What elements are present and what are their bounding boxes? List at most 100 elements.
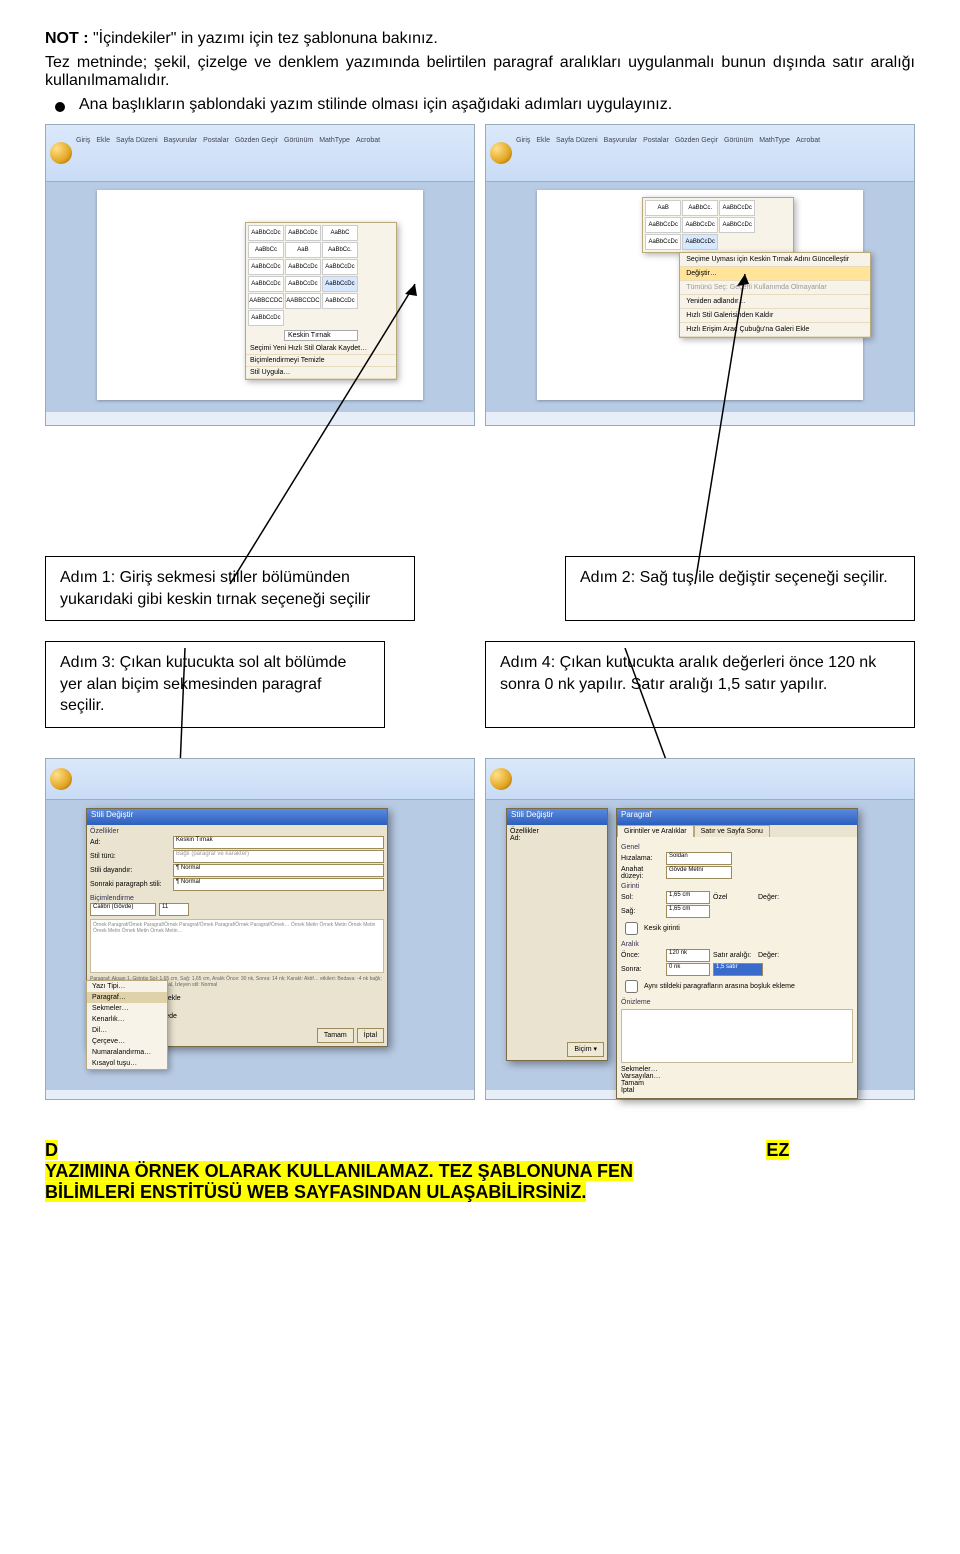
- dlg-sec-ozellik: Özellikler: [90, 828, 384, 835]
- btn-varsay[interactable]: Varsayılan…: [621, 1073, 853, 1080]
- style-chip[interactable]: AaBbCcDc: [645, 234, 681, 250]
- lab-ayni: Aynı stildeki paragrafların arasına boşl…: [644, 983, 795, 990]
- cb-kesik[interactable]: [625, 922, 638, 935]
- bicim-menu[interactable]: Yazı Tipi… Paragraf… Sekmeler… Kenarlık……: [86, 980, 168, 1070]
- ctx-rename[interactable]: Yeniden adlandır…: [680, 295, 870, 309]
- pdlg-preview: [621, 1009, 853, 1063]
- lab-tur: Stil türü:: [90, 853, 170, 860]
- stil-degistir-dialog-2[interactable]: Stili Değiştir Özellikler Ad: Biçim ▾: [506, 808, 608, 1061]
- tab-mathtype: MathType: [759, 137, 790, 144]
- btn-tamam[interactable]: Tamam: [621, 1080, 853, 1087]
- ribbon-2: Giriş Ekle Sayfa Düzeni Başvurular Posta…: [486, 125, 914, 182]
- style-chip[interactable]: AaBbCcDc: [248, 225, 284, 241]
- sel-satir-aralik[interactable]: 1,5 satır: [713, 963, 763, 976]
- style-tooltip: Keskin Tırnak: [284, 330, 358, 341]
- fmt-kenarlik[interactable]: Kenarlık…: [87, 1014, 167, 1025]
- note-line: NOT : "İçindekiler" in yazımı için tez ş…: [45, 30, 915, 48]
- tamam-button[interactable]: Tamam: [317, 1028, 354, 1043]
- sel-anahat[interactable]: Gövde Metni: [666, 866, 732, 879]
- fmt-sekmeler[interactable]: Sekmeler…: [87, 1003, 167, 1014]
- sel-font[interactable]: Calibri (Gövde): [90, 903, 156, 916]
- inp-tur[interactable]: Bağlı (paragraf ve karakter): [173, 850, 384, 863]
- style-apply[interactable]: Stil Uygula…: [246, 367, 396, 379]
- style-chip[interactable]: AaBbCcDc: [248, 310, 284, 326]
- callout-step4: Adım 4: Çıkan kutucukta aralık değerleri…: [485, 641, 915, 728]
- btn-sekmeler[interactable]: Sekmeler…: [621, 1066, 853, 1073]
- inp-sol[interactable]: 1,65 cm: [666, 891, 710, 904]
- ctx-update[interactable]: Seçime Uyması için Keskin Tırnak Adını G…: [680, 253, 870, 267]
- inp-ad[interactable]: Keskin Tırnak: [173, 836, 384, 849]
- ctx-selectall[interactable]: Tümünü Seç: Geçerli Kullanımda Olmayanla…: [680, 281, 870, 295]
- sel-size[interactable]: 11: [159, 903, 189, 916]
- callout-step1: Adım 1: Giriş sekmesi stiller bölümünden…: [45, 556, 415, 621]
- inp-sonra[interactable]: 0 nk: [666, 963, 710, 976]
- style-chip[interactable]: AaBbCcDc: [248, 276, 284, 292]
- tab-basvuru: Başvurular: [164, 137, 197, 144]
- dlg-preview: Örnek Paragraf/Örnek Paragraf/Örnek Para…: [90, 919, 384, 973]
- dlg-title: Stili Değiştir: [87, 809, 387, 825]
- bottom-screenshots: Yeni Microsoft Office Word Belgesi - Mic…: [45, 758, 915, 1100]
- style-chip[interactable]: AABBCCDC: [248, 293, 284, 309]
- style-clear-fmt[interactable]: Biçimlendirmeyi Temizle: [246, 355, 396, 367]
- tab-gozden: Gözden Geçir: [235, 137, 278, 144]
- ctx-addqat[interactable]: Hızlı Erişim Araç Çubuğu'na Galeri Ekle: [680, 323, 870, 337]
- tab-posta: Postalar: [643, 137, 669, 144]
- pdlg-tab2[interactable]: Satır ve Sayfa Sonu: [694, 825, 770, 837]
- inp-sag[interactable]: 1,65 cm: [666, 905, 710, 918]
- inp-sonraki[interactable]: ¶ Normal: [173, 878, 384, 891]
- style-chip[interactable]: AaBbCcDc: [719, 217, 755, 233]
- ctx-remove[interactable]: Hızlı Stil Galerisinden Kaldır: [680, 309, 870, 323]
- style-chip[interactable]: AaBbCcDc: [322, 259, 358, 275]
- ribbon-4: [486, 759, 914, 800]
- style-chip[interactable]: AaBbC: [322, 225, 358, 241]
- fmt-yazitipi[interactable]: Yazı Tipi…: [87, 981, 167, 992]
- style-chip-keskin[interactable]: AaBbCcDc: [322, 276, 358, 292]
- cb-ayni[interactable]: [625, 980, 638, 993]
- sec-aralik: Aralık: [621, 941, 853, 948]
- btn-iptal[interactable]: İptal: [621, 1087, 853, 1094]
- tab-giris: Giriş: [76, 137, 90, 144]
- fmt-paragraf[interactable]: Paragraf…: [87, 992, 167, 1003]
- style-chip[interactable]: AaBbCcDc: [285, 225, 321, 241]
- tab-gorunum: Görünüm: [284, 137, 313, 144]
- context-menu[interactable]: Seçime Uyması için Keskin Tırnak Adını G…: [679, 252, 871, 338]
- style-chip[interactable]: AaBbCc.: [682, 200, 718, 216]
- pdlg-tab1[interactable]: Girintiler ve Aralıklar: [617, 825, 694, 837]
- bicim-button-2[interactable]: Biçim ▾: [567, 1042, 604, 1057]
- tab-ekle: Ekle: [96, 137, 110, 144]
- lab-satir: Satır aralığı:: [713, 952, 755, 959]
- style-chip[interactable]: AaBbCcDc: [645, 217, 681, 233]
- style-chip[interactable]: AaB: [285, 242, 321, 258]
- note-text: "İçindekiler" in yazımı için tez şablonu…: [89, 30, 438, 47]
- ctx-degistir[interactable]: Değiştir…: [680, 267, 870, 281]
- style-chip[interactable]: AaBbCcDc: [682, 217, 718, 233]
- style-chip[interactable]: AaBbCc: [248, 242, 284, 258]
- style-chip[interactable]: AaB: [645, 200, 681, 216]
- dlg2-sec1: Özellikler: [510, 828, 604, 835]
- style-chip[interactable]: AABBCCDC: [285, 293, 321, 309]
- lab-anahat: Anahat düzeyi:: [621, 866, 663, 880]
- inp-once[interactable]: 120 nk: [666, 949, 710, 962]
- style-chip[interactable]: AaBbCcDc: [719, 200, 755, 216]
- paragraf-dialog[interactable]: Paragraf Girintiler ve Aralıklar Satır v…: [616, 808, 858, 1099]
- screenshot-4: Yeni Microsoft Office Word Belgesi - Mic…: [485, 758, 915, 1100]
- inp-dayali[interactable]: ¶ Normal: [173, 864, 384, 877]
- style-chip[interactable]: AaBbCcDc: [285, 276, 321, 292]
- fmt-dil[interactable]: Dil…: [87, 1025, 167, 1036]
- iptal-button[interactable]: İptal: [357, 1028, 384, 1043]
- style-chip-keskin[interactable]: AaBbCcDc: [682, 234, 718, 250]
- sel-hiz[interactable]: Soldan: [666, 852, 732, 865]
- fmt-numara[interactable]: Numaralandırma…: [87, 1047, 167, 1058]
- style-gallery-popup[interactable]: AaBbCcDc AaBbCcDc AaBbC AaBbCc AaB AaBbC…: [245, 222, 397, 380]
- style-chip[interactable]: AaBbCcDc: [285, 259, 321, 275]
- style-chip[interactable]: AaBbCcDc: [322, 293, 358, 309]
- style-save-new[interactable]: Seçimi Yeni Hızlı Stil Olarak Kaydet…: [246, 343, 396, 355]
- style-chip[interactable]: AaBbCcDc: [248, 259, 284, 275]
- style-gallery-popup-2[interactable]: AaB AaBbCc. AaBbCcDc AaBbCcDc AaBbCcDc A…: [642, 197, 794, 253]
- ribbon-tabs-2: Giriş Ekle Sayfa Düzeni Başvurular Posta…: [516, 137, 820, 144]
- fmt-cerceve[interactable]: Çerçeve…: [87, 1036, 167, 1047]
- fmt-kisayol[interactable]: Kısayol tuşu…: [87, 1058, 167, 1069]
- style-chip[interactable]: AaBbCc.: [322, 242, 358, 258]
- lab-hiz: Hızalama:: [621, 855, 663, 862]
- doc-canvas-4: Stili Değiştir Özellikler Ad: Biçim ▾ Pa…: [486, 800, 914, 1090]
